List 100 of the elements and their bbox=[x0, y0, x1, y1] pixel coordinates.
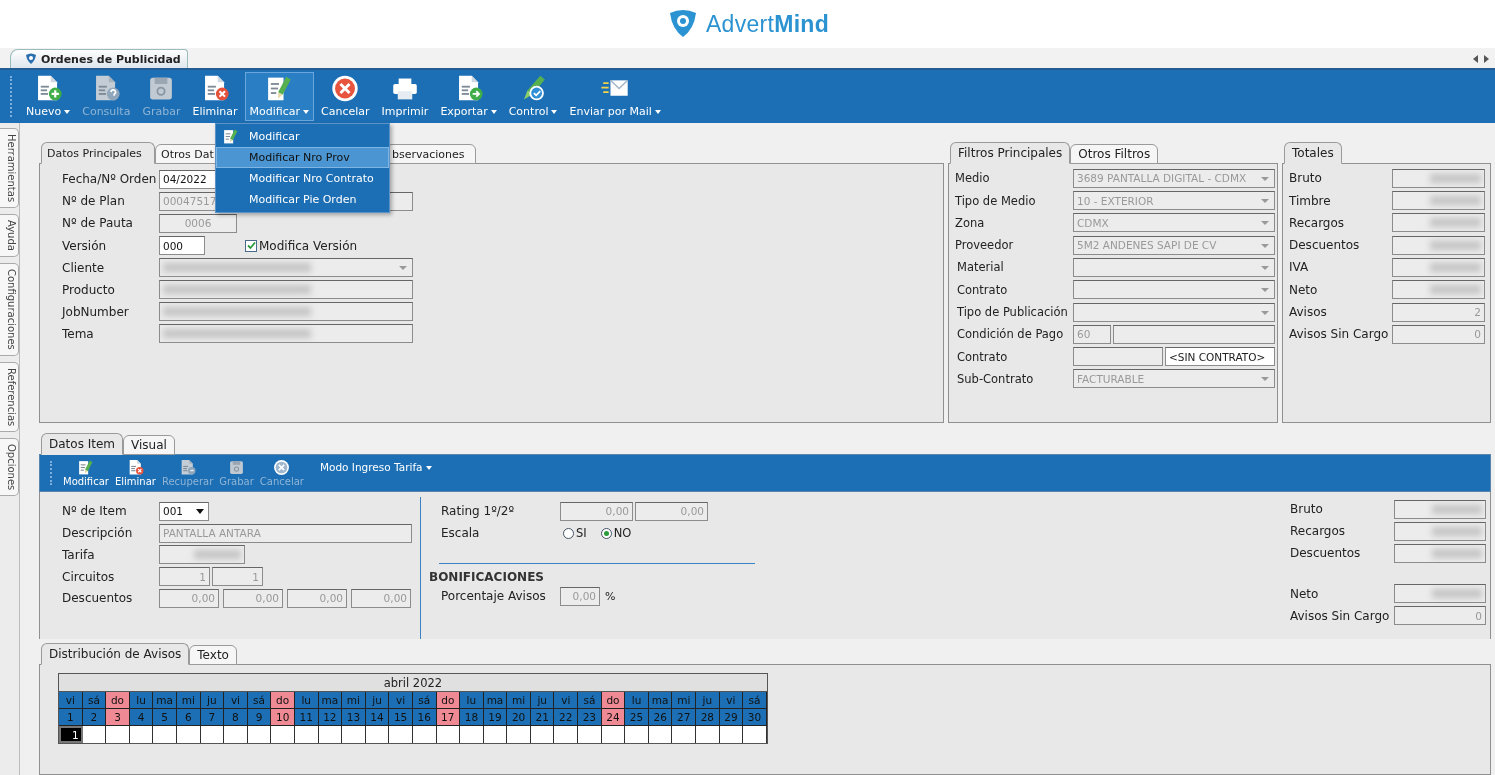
dropdown-field[interactable]: 001 bbox=[159, 501, 209, 521]
count-cell[interactable] bbox=[176, 726, 201, 743]
tab[interactable]: Datos Item bbox=[41, 433, 124, 455]
scroll-left-icon[interactable] bbox=[1473, 55, 1479, 63]
recover-document-icon bbox=[179, 459, 197, 476]
count-cell[interactable] bbox=[483, 726, 508, 743]
input-field[interactable] bbox=[1394, 521, 1486, 541]
tab[interactable]: Texto bbox=[189, 645, 237, 665]
count-cell[interactable] bbox=[743, 726, 767, 743]
tab[interactable]: Datos Principales bbox=[41, 142, 155, 164]
count-cell[interactable] bbox=[318, 726, 343, 743]
dropdown-field[interactable] bbox=[1073, 280, 1275, 300]
count-cell[interactable] bbox=[554, 726, 579, 743]
count-cell[interactable] bbox=[578, 726, 602, 743]
input-field[interactable] bbox=[1392, 280, 1485, 300]
dropdown-field[interactable] bbox=[1073, 257, 1275, 277]
count-cell[interactable] bbox=[224, 726, 248, 743]
toolbar-button[interactable]: Modificar bbox=[244, 72, 315, 121]
count-cell[interactable] bbox=[247, 726, 272, 743]
dropdown-field[interactable] bbox=[1073, 302, 1275, 322]
count-cell[interactable] bbox=[648, 726, 673, 743]
date-cell: 19 bbox=[483, 709, 508, 726]
input-field[interactable] bbox=[1392, 235, 1485, 255]
tab[interactable]: Filtros Principales bbox=[950, 142, 1071, 164]
input-field[interactable] bbox=[1113, 324, 1275, 344]
count-cell[interactable] bbox=[719, 726, 744, 743]
count-cell[interactable] bbox=[271, 726, 295, 743]
count-cell[interactable] bbox=[460, 726, 484, 743]
toolbar-button[interactable]: Imprimir bbox=[376, 72, 434, 121]
dropdown-field[interactable] bbox=[159, 258, 413, 278]
scroll-right-icon[interactable] bbox=[1483, 55, 1489, 63]
weekday-cell: lu bbox=[129, 692, 154, 709]
weekday-cell: ma bbox=[153, 692, 177, 709]
menu-item[interactable]: Modificar bbox=[216, 126, 389, 147]
input-field[interactable] bbox=[1392, 191, 1485, 211]
field-label: Descripción bbox=[62, 526, 134, 541]
toolbar-button[interactable]: Eliminar bbox=[187, 72, 243, 121]
weekday-cell: vi bbox=[224, 692, 248, 709]
input-field[interactable]: <SIN CONTRATO> bbox=[1165, 347, 1275, 367]
input-field[interactable] bbox=[1394, 543, 1486, 563]
weekday-cell: ma bbox=[318, 692, 343, 709]
count-cell[interactable] bbox=[153, 726, 177, 743]
count-cell[interactable]: 1 bbox=[59, 726, 83, 743]
input-field[interactable] bbox=[1392, 213, 1485, 233]
document-tab[interactable]: Ordenes de Publicidad bbox=[10, 49, 188, 68]
date-cell: 22 bbox=[554, 709, 579, 726]
toolbar-button[interactable]: Cancelar bbox=[316, 72, 375, 121]
radio-button[interactable] bbox=[563, 527, 574, 539]
toolbar-button[interactable]: Enviar por Mail bbox=[564, 72, 666, 121]
input-field[interactable] bbox=[1073, 347, 1163, 367]
count-cell[interactable] bbox=[82, 726, 107, 743]
count-cell[interactable] bbox=[365, 726, 390, 743]
input-field[interactable] bbox=[159, 280, 413, 300]
date-cell: 28 bbox=[696, 709, 720, 726]
count-cell[interactable] bbox=[106, 726, 130, 743]
input-field[interactable] bbox=[1392, 168, 1485, 188]
side-tab[interactable]: Configuraciones bbox=[0, 263, 19, 356]
toolbar-button[interactable]: Eliminar bbox=[112, 459, 158, 487]
toolbar-button[interactable]: Control bbox=[503, 72, 563, 121]
toolbar-button[interactable]: Exportar bbox=[435, 72, 502, 121]
field-label: Avisos Sin Cargo bbox=[1289, 327, 1390, 342]
count-cell[interactable] bbox=[389, 726, 413, 743]
count-cell[interactable] bbox=[200, 726, 225, 743]
input-field[interactable] bbox=[159, 545, 245, 565]
radio-option[interactable]: NO bbox=[600, 526, 632, 541]
side-tab[interactable]: Ayuda bbox=[0, 214, 19, 258]
count-cell[interactable] bbox=[294, 726, 319, 743]
count-cell[interactable] bbox=[507, 726, 531, 743]
count-cell[interactable] bbox=[530, 726, 555, 743]
radio-button[interactable] bbox=[600, 527, 612, 539]
count-cell[interactable] bbox=[672, 726, 697, 743]
input-field[interactable] bbox=[159, 302, 413, 322]
menu-item[interactable]: Modificar Nro Prov bbox=[216, 147, 389, 168]
side-tab[interactable]: Herramientas bbox=[0, 128, 19, 209]
date-cell: 25 bbox=[625, 709, 649, 726]
radio-option[interactable]: SI bbox=[563, 526, 587, 541]
side-tab[interactable]: Opciones bbox=[0, 438, 19, 497]
input-field[interactable] bbox=[1392, 257, 1485, 277]
input-field[interactable] bbox=[159, 324, 413, 344]
tab[interactable]: Visual bbox=[123, 435, 175, 455]
toolbar-button[interactable]: Nuevo bbox=[21, 72, 76, 121]
count-cell[interactable] bbox=[436, 726, 461, 743]
input-field[interactable] bbox=[1394, 499, 1486, 519]
tab[interactable]: Totales bbox=[1284, 142, 1342, 164]
date-cell: 21 bbox=[530, 709, 555, 726]
count-cell[interactable] bbox=[412, 726, 437, 743]
count-cell[interactable] bbox=[696, 726, 720, 743]
toolbar-button[interactable]: Modificar bbox=[61, 459, 111, 487]
checkbox[interactable] bbox=[245, 239, 257, 252]
count-cell[interactable] bbox=[601, 726, 626, 743]
count-cell[interactable] bbox=[625, 726, 649, 743]
input-field[interactable]: 000 bbox=[159, 236, 205, 256]
count-cell[interactable] bbox=[342, 726, 366, 743]
side-tab[interactable]: Referencias bbox=[0, 361, 19, 433]
count-cell[interactable] bbox=[129, 726, 154, 743]
tab[interactable]: Otros Filtros bbox=[1070, 144, 1159, 164]
field-label: Nº de Item bbox=[62, 504, 128, 519]
input-field[interactable] bbox=[1394, 584, 1486, 604]
mode-dropdown[interactable]: Modo Ingreso Tarifa bbox=[319, 461, 432, 473]
tab[interactable]: Distribución de Avisos bbox=[41, 643, 190, 665]
